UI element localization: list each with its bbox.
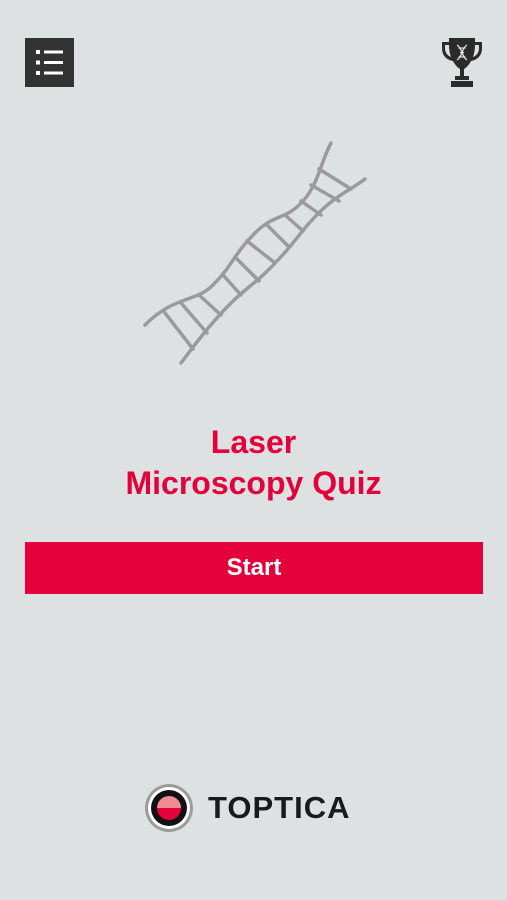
brand-name: TOPTICA — [208, 790, 351, 825]
quiz-title-line1: Laser — [210, 424, 297, 460]
trophy-icon — [442, 38, 482, 87]
quiz-title-line2: Microscopy Quiz — [125, 465, 382, 501]
start-button[interactable]: Start — [25, 542, 483, 594]
toptica-logo-icon — [145, 784, 193, 832]
trophy-button[interactable] — [440, 36, 484, 88]
list-menu-icon — [36, 50, 63, 75]
menu-button[interactable] — [25, 38, 74, 87]
toptica-logo: TOPTICA — [142, 781, 351, 835]
quiz-title: Laser Microscopy Quiz — [0, 422, 507, 504]
dna-helix-icon — [143, 141, 367, 365]
dna-illustration — [135, 135, 375, 375]
